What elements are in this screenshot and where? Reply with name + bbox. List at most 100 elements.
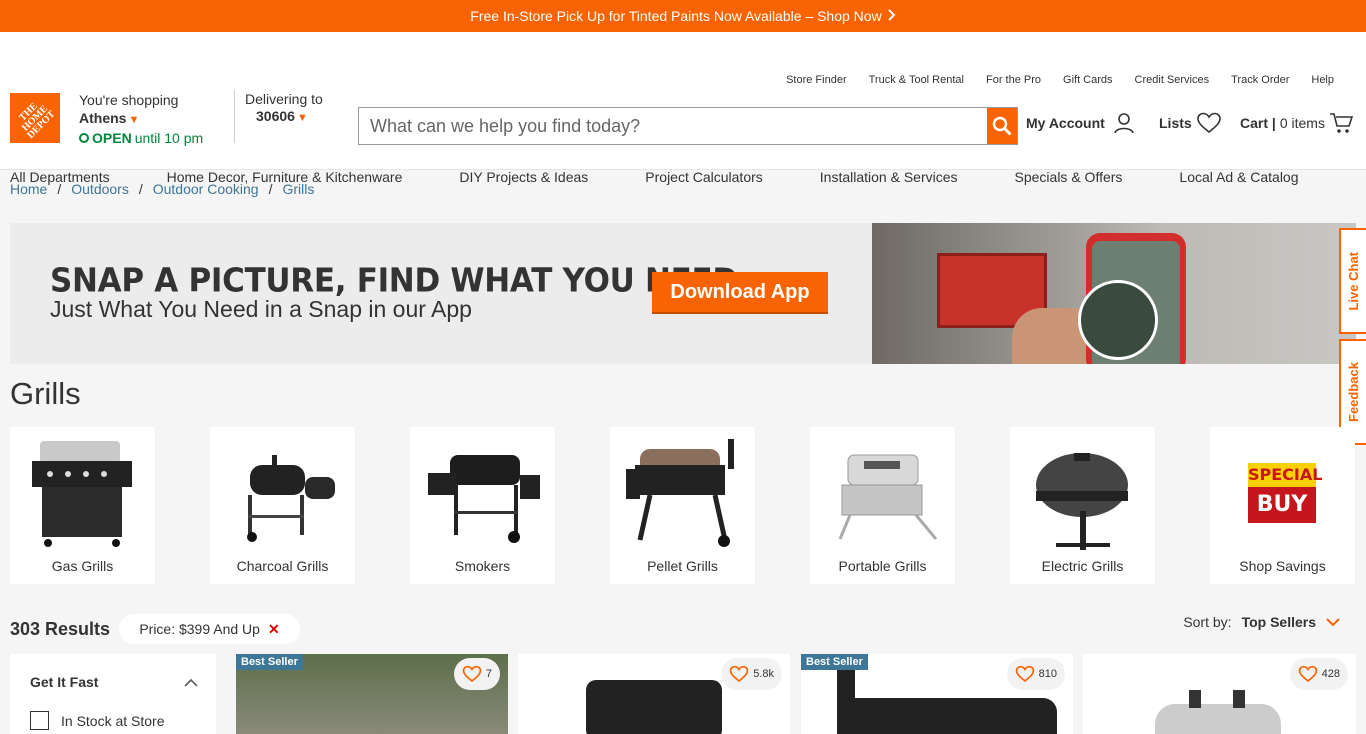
utility-links: Store Finder Truck & Tool Rental For the… — [786, 74, 1334, 86]
breadcrumb-separator: / — [138, 181, 143, 197]
sort-label: Sort by: — [1183, 614, 1232, 630]
store-selector[interactable]: You're shopping Athens ▼ OPEN until 10 pm — [79, 91, 203, 147]
product-image-knob — [1233, 690, 1245, 708]
filter-heading[interactable]: Get It Fast — [30, 674, 98, 690]
heart-icon — [1298, 665, 1317, 682]
banner-subhead: Just What You Need in a Snap in our App — [50, 296, 472, 322]
favorite-count: 5.8k — [753, 668, 774, 680]
category-label: Electric Grills — [1041, 558, 1124, 574]
filter-panel: Get It Fast In Stock at Store — [10, 654, 216, 734]
help-link[interactable]: Help — [1311, 74, 1334, 86]
product-image-knob — [1189, 690, 1201, 708]
product-card[interactable]: 428 — [1083, 654, 1356, 734]
store-label: You're shopping — [79, 92, 179, 108]
category-label: Shop Savings — [1239, 558, 1326, 574]
breadcrumb-separator: / — [57, 181, 62, 197]
store-finder-link[interactable]: Store Finder — [786, 74, 847, 86]
breadcrumb-grills[interactable]: Grills — [282, 181, 314, 197]
results-count: 303 Results — [10, 619, 111, 639]
smoker-image — [428, 455, 540, 543]
promo-banner[interactable]: Free In-Store Pick Up for Tinted Paints … — [0, 0, 1366, 32]
in-stock-label: In Stock at Store — [61, 712, 165, 729]
product-card[interactable]: Best Seller 810 — [801, 654, 1073, 734]
delivery-zip: 30606 — [256, 108, 295, 124]
credit-services-link[interactable]: Credit Services — [1135, 74, 1210, 86]
cart-label: Cart | — [1240, 115, 1276, 131]
remove-filter-icon[interactable]: ✕ — [268, 621, 280, 638]
category-shop-savings[interactable]: SPECIAL BUY Shop Savings — [1210, 427, 1355, 584]
nav-specials-offers[interactable]: Specials & Offers — [1015, 169, 1123, 185]
category-gas-grills[interactable]: Gas Grills — [10, 427, 155, 584]
cart-count: 0 items — [1279, 115, 1325, 131]
category-charcoal-grills[interactable]: Charcoal Grills — [210, 427, 355, 584]
track-order-link[interactable]: Track Order — [1231, 74, 1289, 86]
buy-badge-text: BUY — [1248, 487, 1316, 523]
category-label: Pellet Grills — [647, 558, 718, 574]
favorite-button[interactable]: 5.8k — [721, 658, 782, 690]
sort-value: Top Sellers — [1241, 614, 1316, 630]
nav-project-calculators[interactable]: Project Calculators — [645, 169, 763, 185]
nav-diy-projects[interactable]: DIY Projects & Ideas — [459, 169, 588, 185]
category-label: Smokers — [454, 558, 511, 574]
category-portable-grills[interactable]: Portable Grills — [810, 427, 955, 584]
app-promo-banner[interactable]: SNAP A PICTURE, FIND WHAT YOU NEED Just … — [10, 223, 1356, 364]
live-chat-tab[interactable]: Live Chat — [1339, 228, 1366, 334]
camera-lens-icon — [1078, 280, 1158, 360]
open-status-icon — [79, 133, 89, 143]
favorite-button[interactable]: 428 — [1289, 658, 1348, 690]
price-filter-chip[interactable]: Price: $399 And Up ✕ — [119, 614, 300, 644]
portable-grill-image — [838, 454, 938, 540]
home-depot-logo[interactable]: THE HOME DEPOT — [10, 93, 60, 143]
breadcrumb-outdoors[interactable]: Outdoors — [71, 181, 129, 197]
favorite-button[interactable]: 810 — [1006, 658, 1065, 690]
search-button[interactable] — [987, 108, 1017, 144]
best-seller-badge: Best Seller — [801, 654, 868, 670]
favorite-count: 7 — [485, 668, 492, 680]
download-app-button[interactable]: Download App — [652, 272, 828, 314]
lists-label: Lists — [1159, 115, 1192, 131]
chevron-down-icon — [1326, 617, 1340, 626]
logo-text: THE HOME DEPOT — [17, 100, 58, 141]
pellet-grill-image — [626, 439, 734, 547]
favorite-count: 810 — [1038, 668, 1057, 680]
search-input[interactable] — [359, 108, 987, 144]
electric-grill-image — [1036, 453, 1128, 550]
cart-button[interactable]: Cart | 0 items — [1240, 112, 1353, 134]
special-buy-badge: SPECIAL BUY — [1248, 463, 1322, 525]
promo-text[interactable]: Free In-Store Pick Up for Tinted Paints … — [470, 8, 881, 24]
category-electric-grills[interactable]: Electric Grills — [1010, 427, 1155, 584]
nav-installation-services[interactable]: Installation & Services — [820, 169, 958, 185]
truck-tool-rental-link[interactable]: Truck & Tool Rental — [869, 74, 964, 86]
favorite-button[interactable]: 7 — [453, 658, 500, 690]
product-card[interactable]: 5.8k — [518, 654, 790, 734]
page-title: Grills — [10, 376, 81, 411]
category-pellet-grills[interactable]: Pellet Grills — [610, 427, 755, 584]
filter-chip-label: Price: $399 And Up — [139, 621, 260, 637]
heart-icon — [729, 665, 749, 682]
nav-local-ad[interactable]: Local Ad & Catalog — [1179, 169, 1298, 185]
sort-control[interactable]: Sort by: Top Sellers — [1183, 614, 1340, 630]
checkbox[interactable] — [30, 711, 49, 730]
special-badge-text: SPECIAL — [1248, 463, 1322, 487]
breadcrumb-home[interactable]: Home — [10, 181, 47, 197]
product-image — [1155, 704, 1281, 734]
charcoal-grill-image — [247, 455, 335, 542]
search-bar — [358, 107, 1018, 145]
for-the-pro-link[interactable]: For the Pro — [986, 74, 1041, 86]
category-smokers[interactable]: Smokers — [410, 427, 555, 584]
store-hours: until 10 pm — [134, 130, 204, 146]
lists-button[interactable]: Lists — [1159, 112, 1222, 134]
breadcrumb-outdoor-cooking[interactable]: Outdoor Cooking — [153, 181, 259, 197]
chevron-down-icon: ▼ — [296, 112, 308, 124]
my-account-label: My Account — [1026, 115, 1105, 131]
delivery-zip-selector[interactable]: Delivering to 30606 ▼ — [245, 91, 323, 127]
chevron-up-icon[interactable] — [184, 678, 198, 687]
site-header: THE HOME DEPOT You're shopping Athens ▼ O… — [0, 32, 1366, 185]
my-account-button[interactable]: My Account — [1026, 112, 1135, 134]
live-chat-label: Live Chat — [1346, 251, 1361, 311]
gas-grill-image — [32, 441, 132, 547]
gift-cards-link[interactable]: Gift Cards — [1063, 74, 1113, 86]
store-status: OPEN — [92, 130, 132, 146]
product-card[interactable]: Best Seller 7 — [236, 654, 508, 734]
in-stock-checkbox[interactable]: In Stock at Store — [30, 711, 165, 730]
